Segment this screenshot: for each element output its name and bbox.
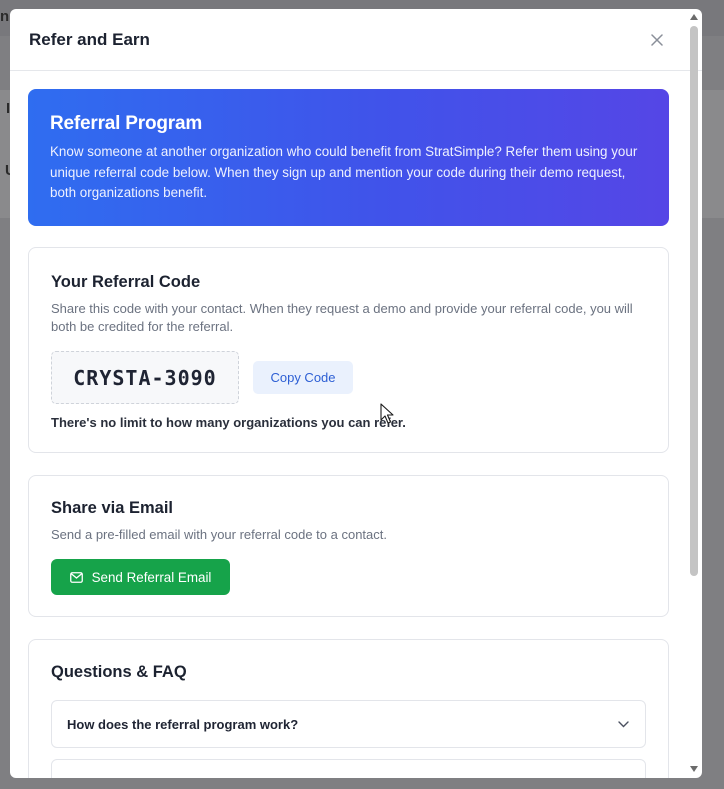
close-button[interactable] bbox=[648, 31, 666, 49]
send-referral-email-label: Send Referral Email bbox=[91, 569, 212, 585]
banner-description: Know someone at another organization who… bbox=[50, 144, 638, 200]
share-email-heading: Share via Email bbox=[51, 499, 173, 517]
referral-program-banner: Referral Program Know someone at another… bbox=[28, 89, 669, 226]
banner-title: Referral Program bbox=[50, 113, 203, 134]
referral-code-card: Your Referral Code Share this code with … bbox=[28, 247, 669, 453]
faq-item[interactable]: How does the referral program work? bbox=[51, 700, 646, 748]
share-email-description: Send a pre-filled email with your referr… bbox=[51, 527, 388, 542]
send-referral-email-button[interactable]: Send Referral Email bbox=[51, 559, 230, 595]
faq-card: Questions & FAQ How does the referral pr… bbox=[28, 639, 669, 778]
close-icon bbox=[651, 33, 663, 46]
background-glyph: n bbox=[0, 8, 10, 25]
scroll-down-icon[interactable] bbox=[690, 765, 698, 773]
scroll-thumb[interactable] bbox=[690, 26, 698, 576]
mail-icon bbox=[69, 571, 83, 583]
faq-item[interactable] bbox=[51, 759, 646, 778]
mouse-cursor-icon bbox=[380, 403, 394, 424]
modal-header: Refer and Earn bbox=[10, 9, 702, 71]
referral-code-description: Share this code with your contact. When … bbox=[51, 301, 633, 334]
share-email-card: Share via Email Send a pre-filled email … bbox=[28, 475, 669, 617]
modal-body: Referral Program Know someone at another… bbox=[10, 71, 670, 778]
copy-code-button[interactable]: Copy Code bbox=[253, 361, 353, 394]
faq-heading: Questions & FAQ bbox=[51, 663, 187, 681]
modal-scrollbar[interactable] bbox=[686, 9, 702, 778]
referral-code-heading: Your Referral Code bbox=[51, 273, 201, 291]
refer-modal: Refer and Earn Referral Program Know som… bbox=[10, 9, 702, 778]
modal-title: Refer and Earn bbox=[29, 29, 150, 49]
referral-code-value[interactable]: CRYSTA-3090 bbox=[51, 351, 239, 404]
faq-question: How does the referral program work? bbox=[67, 716, 299, 732]
referral-limit-note: There's no limit to how many organizatio… bbox=[51, 415, 406, 430]
scroll-up-icon[interactable] bbox=[690, 13, 698, 21]
chevron-down-icon bbox=[618, 720, 629, 727]
code-row: CRYSTA-3090 Copy Code bbox=[51, 351, 646, 404]
